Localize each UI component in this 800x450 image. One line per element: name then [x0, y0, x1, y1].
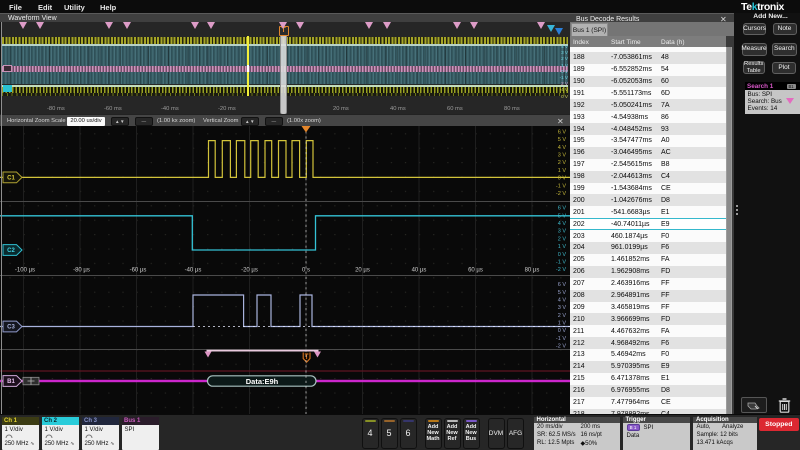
svg-text:4 V: 4 V: [558, 221, 567, 227]
svg-text:0 V: 0 V: [558, 176, 567, 182]
svg-text:6 V: 6 V: [558, 206, 567, 212]
svg-text:3 V: 3 V: [558, 229, 567, 235]
svg-text:5 V: 5 V: [558, 213, 567, 219]
svg-text:C1: C1: [7, 176, 15, 182]
svg-text:2 V: 2 V: [558, 160, 567, 166]
svg-text:-2 V: -2 V: [556, 267, 566, 273]
svg-text:20 µs: 20 µs: [355, 268, 370, 274]
svg-text:-20 µs: -20 µs: [241, 268, 258, 274]
svg-text:4 V: 4 V: [558, 298, 567, 304]
svg-text:5 V: 5 V: [558, 137, 567, 143]
svg-text:-80 µs: -80 µs: [73, 268, 90, 274]
svg-text:-60 µs: -60 µs: [130, 268, 147, 274]
svg-text:6 V: 6 V: [558, 282, 567, 288]
svg-text:5 V: 5 V: [558, 290, 567, 296]
svg-text:2 V: 2 V: [558, 313, 567, 319]
svg-text:-1 V: -1 V: [556, 336, 566, 342]
svg-text:C3: C3: [7, 325, 15, 331]
svg-text:3 V: 3 V: [558, 305, 567, 311]
svg-text:-40 µs: -40 µs: [185, 268, 202, 274]
svg-text:1 V: 1 V: [558, 320, 567, 326]
svg-text:1 V: 1 V: [558, 244, 567, 250]
svg-text:C2: C2: [7, 248, 15, 254]
svg-text:-2 V: -2 V: [556, 191, 566, 197]
svg-text:40 µs: 40 µs: [412, 268, 427, 274]
svg-text:80 µs: 80 µs: [525, 268, 540, 274]
svg-text:6 V: 6 V: [558, 130, 567, 136]
svg-text:1 V: 1 V: [558, 168, 567, 174]
svg-text:0 V: 0 V: [558, 328, 567, 334]
svg-text:60 µs: 60 µs: [468, 268, 483, 274]
svg-text:3 V: 3 V: [558, 153, 567, 159]
svg-text:4 V: 4 V: [558, 145, 567, 151]
svg-text:-100 µs: -100 µs: [15, 268, 35, 274]
svg-text:0 V: 0 V: [558, 252, 567, 258]
svg-text:-2 V: -2 V: [556, 343, 566, 349]
svg-text:2 V: 2 V: [558, 236, 567, 242]
svg-text:-1 V: -1 V: [556, 260, 566, 266]
svg-text:0 s: 0 s: [302, 268, 310, 274]
svg-text:B1: B1: [7, 379, 15, 385]
svg-text:Data:E9h: Data:E9h: [246, 377, 279, 386]
svg-text:-1 V: -1 V: [556, 183, 566, 189]
